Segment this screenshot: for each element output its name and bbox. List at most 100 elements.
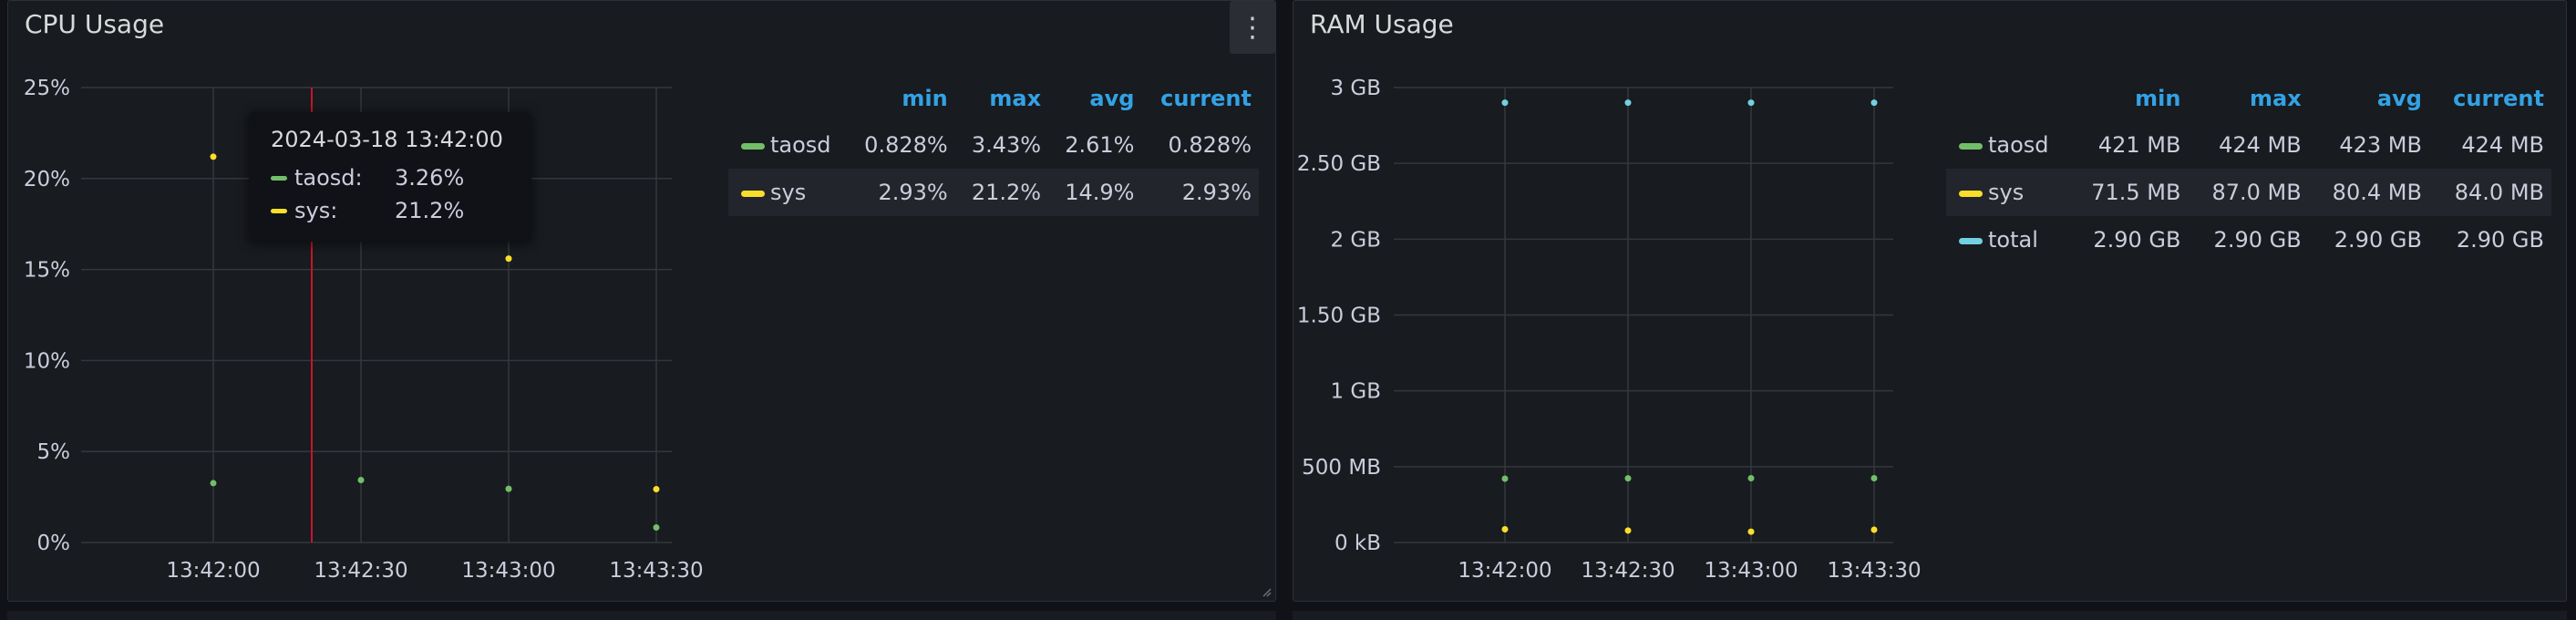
- y-tick-label: 5%: [37, 440, 71, 464]
- ram-chart[interactable]: 0 kB 500 MB 1 GB 1.50 GB 2 GB 2.50 GB 3 GB 13:4…: [1293, 1, 1950, 603]
- data-point-total: [1501, 99, 1509, 107]
- legend-header-row: min max avg current: [1946, 76, 2551, 121]
- y-tick-label: 2 GB: [1330, 228, 1381, 252]
- panel-menu-button[interactable]: ⋮: [1230, 1, 1275, 54]
- series-swatch: [271, 208, 287, 213]
- legend-max: 424 MB: [2219, 132, 2302, 158]
- tooltip-series-name: taosd:: [294, 165, 363, 191]
- x-tick-label: 13:42:00: [166, 559, 260, 583]
- data-point-taosd: [1624, 475, 1632, 482]
- legend-series-name[interactable]: taosd: [765, 121, 846, 169]
- legend-header-name: [1983, 76, 2067, 121]
- tooltip-row-taosd: taosd: 3.26%: [271, 165, 464, 191]
- series-swatch: [1959, 190, 1983, 197]
- cpu-usage-panel: CPU Usage ⋮ 0% 5% 10% 15% 20% 25% 13:42:00 13:4…: [7, 0, 1276, 602]
- legend-header-current[interactable]: current: [2429, 76, 2551, 121]
- legend-max: 2.90 GB: [2213, 227, 2302, 253]
- legend-max: 87.0 MB: [2188, 169, 2309, 216]
- data-point-sys: [1624, 527, 1632, 534]
- tooltip-series-name: sys:: [294, 198, 338, 223]
- y-tick-label: 1 GB: [1330, 380, 1381, 404]
- legend-header-max[interactable]: max: [2188, 76, 2308, 121]
- legend-current: 2.93%: [1141, 169, 1259, 216]
- legend-current: 424 MB: [2461, 132, 2544, 158]
- data-point-taosd: [1747, 474, 1755, 481]
- resize-handle-icon[interactable]: [1261, 586, 1272, 597]
- data-point-taosd: [653, 523, 660, 531]
- x-tick-label: 13:43:00: [461, 559, 555, 583]
- next-panel-row-left: [7, 611, 1276, 620]
- legend-header-swatch: [728, 76, 765, 121]
- legend-header-row: min max avg current: [728, 76, 1259, 121]
- tooltip-series-value: 21.2%: [395, 198, 465, 223]
- legend-avg: 80.4 MB: [2308, 169, 2429, 216]
- legend-avg: 14.9%: [1048, 169, 1142, 216]
- data-point-taosd: [357, 477, 365, 484]
- y-tick-label: 1.50 GB: [1297, 305, 1381, 328]
- tooltip-series-value: 3.26%: [395, 165, 465, 191]
- data-point-taosd: [1870, 474, 1878, 481]
- y-tick-label: 20%: [24, 168, 70, 191]
- ram-legend: min max avg current taosd 421 MB 424 MB …: [1946, 76, 2551, 264]
- data-point-sys: [1501, 526, 1509, 533]
- legend-row-taosd[interactable]: taosd 421 MB 424 MB 423 MB 424 MB: [1946, 121, 2551, 169]
- next-panel-row-right: [1293, 611, 2567, 620]
- data-point-total: [1624, 99, 1632, 107]
- x-tick-label: 13:43:30: [609, 559, 703, 583]
- legend-max: 21.2%: [954, 169, 1049, 216]
- legend-min: 2.93%: [846, 169, 955, 216]
- data-point-sys: [1870, 526, 1878, 533]
- series-swatch: [1959, 142, 1983, 150]
- kebab-menu-icon: ⋮: [1239, 11, 1266, 44]
- legend-min: 2.90 GB: [2093, 227, 2181, 253]
- legend-min: 71.5 MB: [2067, 169, 2189, 216]
- legend-series-name[interactable]: total: [1983, 216, 2067, 264]
- legend-row-sys[interactable]: sys 71.5 MB 87.0 MB 80.4 MB 84.0 MB: [1946, 169, 2551, 216]
- x-tick-label: 13:43:30: [1827, 559, 1921, 583]
- cpu-legend: min max avg current taosd 0.828% 3.43% 2…: [728, 76, 1259, 216]
- data-point-total: [1870, 99, 1878, 107]
- legend-row-total[interactable]: total 2.90 GB 2.90 GB 2.90 GB 2.90 GB: [1946, 216, 2551, 264]
- legend-header-min[interactable]: min: [846, 76, 954, 121]
- series-swatch: [741, 142, 765, 150]
- tooltip-time: 2024-03-18 13:42:00: [271, 127, 503, 152]
- y-tick-label: 500 MB: [1302, 456, 1381, 480]
- legend-header-max[interactable]: max: [955, 76, 1048, 121]
- legend-header-name: [765, 76, 846, 121]
- y-tick-label: 10%: [24, 349, 70, 373]
- series-swatch: [741, 190, 765, 197]
- legend-avg: 423 MB: [2339, 132, 2422, 158]
- legend-header-min[interactable]: min: [2067, 76, 2188, 121]
- y-tick-label: 3 GB: [1330, 77, 1381, 100]
- legend-current: 2.90 GB: [2456, 227, 2544, 253]
- y-tick-label: 15%: [24, 259, 70, 283]
- legend-series-name[interactable]: taosd: [1983, 121, 2067, 169]
- cpu-chart[interactable]: 0% 5% 10% 15% 20% 25% 13:42:00 13:42:30 13:43:00…: [8, 1, 728, 603]
- legend-header-current[interactable]: current: [1141, 76, 1259, 121]
- legend-row-taosd[interactable]: taosd 0.828% 3.43% 2.61% 0.828%: [728, 121, 1259, 169]
- ram-usage-panel: RAM Usage 0 kB 500 MB 1 GB 1.50 GB 2 GB 2.50 …: [1293, 0, 2567, 602]
- y-tick-label: 0%: [37, 532, 71, 555]
- legend-header-swatch: [1946, 76, 1983, 121]
- legend-header-avg[interactable]: avg: [2309, 76, 2429, 121]
- data-point-total: [1747, 99, 1755, 107]
- legend-min: 0.828%: [864, 132, 948, 158]
- chart-tooltip: 2024-03-18 13:42:00 taosd: 3.26% sys: 21…: [249, 112, 531, 242]
- data-point-sys: [505, 255, 512, 263]
- legend-header-avg[interactable]: avg: [1048, 76, 1141, 121]
- y-tick-label: 0 kB: [1334, 532, 1381, 555]
- series-swatch: [271, 175, 287, 181]
- data-point-taosd: [1501, 475, 1509, 482]
- legend-row-sys[interactable]: sys 2.93% 21.2% 14.9% 2.93%: [728, 169, 1259, 216]
- legend-min: 421 MB: [2097, 132, 2181, 158]
- data-point-sys: [653, 486, 660, 493]
- legend-avg: 2.90 GB: [2334, 227, 2422, 253]
- legend-current: 84.0 MB: [2428, 169, 2551, 216]
- legend-series-name[interactable]: sys: [765, 169, 847, 216]
- x-tick-label: 13:43:00: [1704, 559, 1798, 583]
- data-point-taosd: [505, 485, 512, 492]
- y-tick-label: 2.50 GB: [1297, 152, 1381, 176]
- data-point-sys: [1747, 528, 1755, 535]
- legend-series-name[interactable]: sys: [1983, 169, 2068, 216]
- series-swatch: [1959, 237, 1983, 244]
